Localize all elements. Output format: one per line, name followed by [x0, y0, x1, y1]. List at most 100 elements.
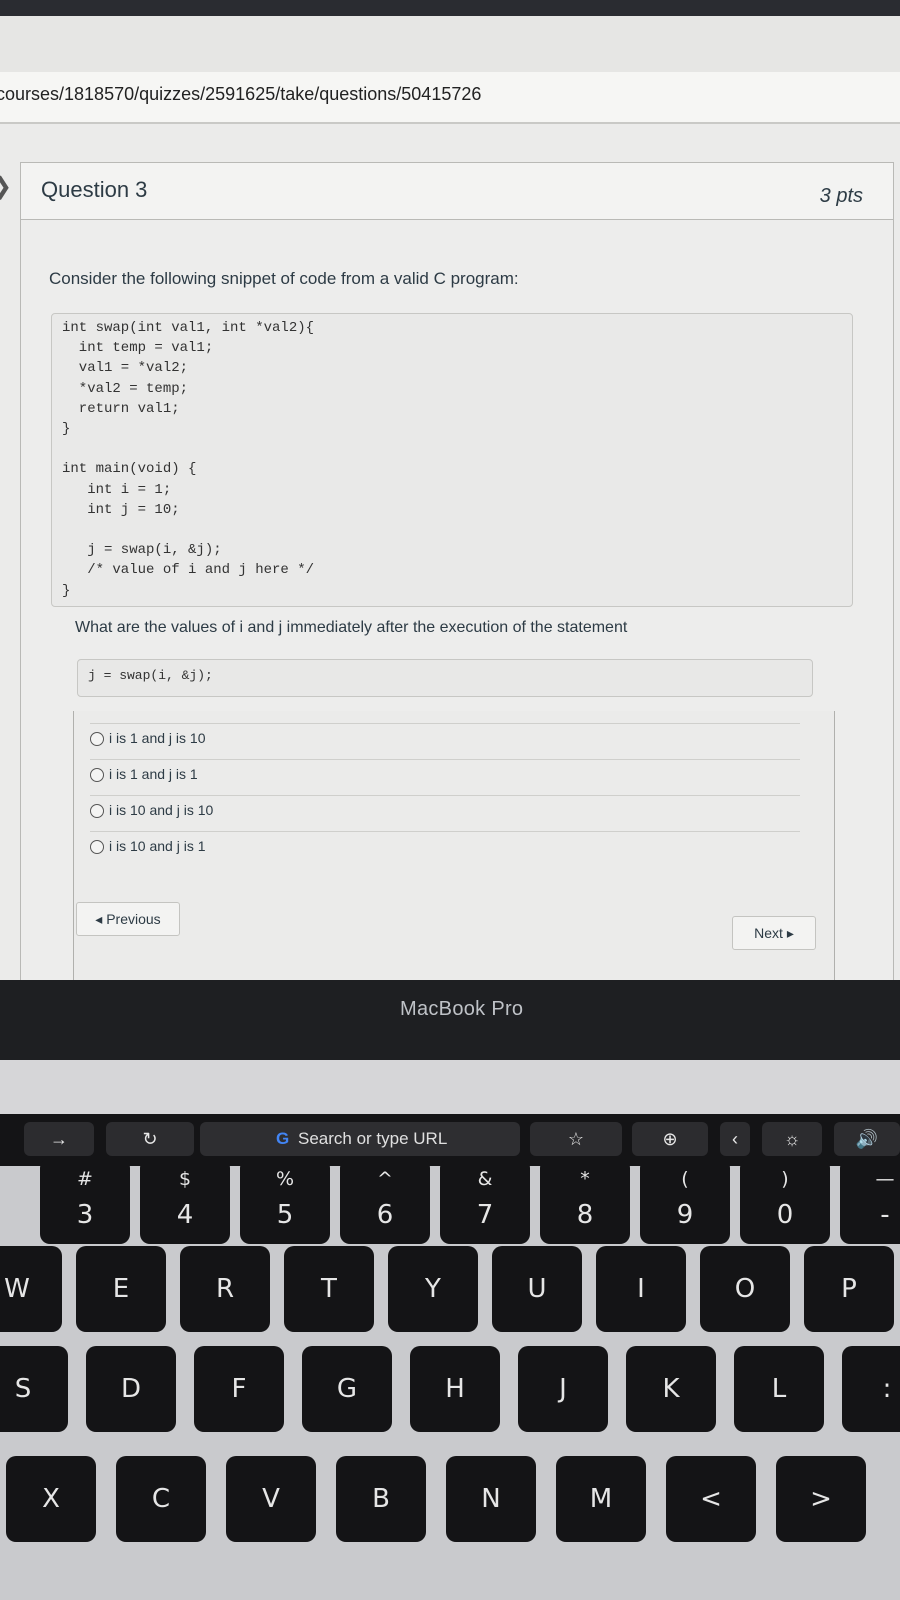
- key[interactable]: F: [194, 1346, 284, 1432]
- key[interactable]: $4: [140, 1158, 230, 1244]
- next-button[interactable]: Next ▸: [732, 916, 816, 950]
- key-symbol: ^: [377, 1168, 393, 1190]
- key-label: V: [262, 1484, 280, 1514]
- key[interactable]: P: [804, 1246, 894, 1332]
- google-logo-icon: G: [276, 1129, 290, 1148]
- question-text: What are the values of i and j immediate…: [75, 619, 628, 636]
- key-symbol: —: [875, 1168, 895, 1190]
- key[interactable]: C: [116, 1456, 206, 1542]
- key-label: I: [637, 1274, 645, 1304]
- star-icon[interactable]: ☆: [530, 1122, 622, 1156]
- key[interactable]: W: [0, 1246, 62, 1332]
- key-symbol: (: [681, 1168, 689, 1190]
- key[interactable]: G: [302, 1346, 392, 1432]
- key[interactable]: (9: [640, 1158, 730, 1244]
- key-label: -: [880, 1200, 890, 1230]
- key[interactable]: L: [734, 1346, 824, 1432]
- previous-button[interactable]: ◂ Previous: [76, 902, 180, 936]
- key[interactable]: & 7: [440, 1158, 530, 1244]
- radio-button[interactable]: [90, 768, 104, 782]
- touchbar-search-field[interactable]: G Search or type URL: [200, 1122, 520, 1156]
- key[interactable]: K: [626, 1346, 716, 1432]
- key[interactable]: T: [284, 1246, 374, 1332]
- key[interactable]: B: [336, 1456, 426, 1542]
- key[interactable]: :: [842, 1346, 900, 1432]
- key[interactable]: M: [556, 1456, 646, 1542]
- key[interactable]: V: [226, 1456, 316, 1542]
- key-label: W: [4, 1274, 30, 1304]
- answer-list: i is 1 and j is 10 i is 1 and j is 1 i i…: [73, 711, 835, 980]
- laptop-hinge: [0, 1060, 900, 1114]
- key[interactable]: U: [492, 1246, 582, 1332]
- key-label: C: [151, 1484, 171, 1514]
- key[interactable]: D: [86, 1346, 176, 1432]
- key[interactable]: <: [666, 1456, 756, 1542]
- key-label: 5: [276, 1200, 294, 1230]
- key-label: E: [112, 1274, 130, 1304]
- statement-code-block: j = swap(i, &j);: [77, 659, 813, 697]
- key[interactable]: S: [0, 1346, 68, 1432]
- key-label: Y: [425, 1274, 441, 1304]
- key[interactable]: I: [596, 1246, 686, 1332]
- key[interactable]: N: [446, 1456, 536, 1542]
- key-label: :: [882, 1374, 892, 1404]
- address-bar[interactable]: courses/1818570/quizzes/2591625/take/que…: [0, 72, 900, 124]
- key[interactable]: H: [410, 1346, 500, 1432]
- key-label: 3: [76, 1200, 94, 1230]
- key[interactable]: X: [6, 1456, 96, 1542]
- answer-option[interactable]: i is 10 and j is 1: [90, 831, 800, 866]
- key[interactable]: Y: [388, 1246, 478, 1332]
- brand-label: MacBook Pro: [400, 998, 524, 1020]
- answer-label: i is 10 and j is 1: [109, 838, 206, 854]
- key-label: 9: [676, 1200, 694, 1230]
- key[interactable]: E: [76, 1246, 166, 1332]
- radio-button[interactable]: [90, 732, 104, 746]
- statement-code: j = swap(i, &j);: [88, 668, 213, 683]
- key-symbol: $: [178, 1168, 192, 1190]
- key[interactable]: ) 0: [740, 1158, 830, 1244]
- reload-icon[interactable]: ↻: [106, 1122, 194, 1156]
- touchbar-search-label: Search or type URL: [298, 1129, 448, 1148]
- key-label: O: [734, 1274, 756, 1304]
- question-title: Question 3: [41, 177, 148, 202]
- key[interactable]: * 8: [540, 1158, 630, 1244]
- key[interactable]: % 5: [240, 1158, 330, 1244]
- expand-left-icon[interactable]: ‹: [720, 1122, 750, 1156]
- key[interactable]: ^ 6: [340, 1158, 430, 1244]
- chevron-left-icon[interactable]: ❯: [0, 172, 12, 201]
- key-label: F: [231, 1374, 247, 1404]
- forward-icon[interactable]: →: [24, 1122, 94, 1156]
- answer-label: i is 10 and j is 10: [109, 802, 214, 818]
- key[interactable]: R: [180, 1246, 270, 1332]
- answer-option[interactable]: i is 1 and j is 10: [90, 723, 800, 758]
- question-card: Question 3 3 pts Consider the following …: [20, 162, 894, 980]
- new-tab-icon[interactable]: ⊕: [632, 1122, 708, 1156]
- key[interactable]: #3: [40, 1158, 130, 1244]
- answer-option[interactable]: i is 10 and j is 10: [90, 795, 800, 830]
- key-label: 4: [176, 1200, 194, 1230]
- radio-button[interactable]: [90, 840, 104, 854]
- key[interactable]: O: [700, 1246, 790, 1332]
- key-label: J: [559, 1374, 567, 1404]
- key-label: M: [589, 1484, 613, 1514]
- address-bar-url[interactable]: courses/1818570/quizzes/2591625/take/que…: [0, 84, 481, 105]
- key-label: 8: [576, 1200, 594, 1230]
- key-label: 0: [776, 1200, 794, 1230]
- key[interactable]: J: [518, 1346, 608, 1432]
- radio-button[interactable]: [90, 804, 104, 818]
- brightness-icon[interactable]: ☼: [762, 1122, 822, 1156]
- key[interactable]: — -: [840, 1158, 900, 1244]
- key-label: H: [445, 1374, 465, 1404]
- key-label: <: [700, 1484, 722, 1514]
- answer-option[interactable]: i is 1 and j is 1: [90, 759, 800, 794]
- key[interactable]: >: [776, 1456, 866, 1542]
- key-symbol: ): [781, 1168, 789, 1190]
- keyboard: #3 $4% 5 ^ 6 & 7 * 8(9) 0— - W E R T Y U I O P S D F G H J K L: X C V B…: [0, 1158, 900, 1600]
- code-block: int swap(int val1, int *val2){ int temp …: [51, 313, 853, 607]
- key-label: T: [321, 1274, 337, 1304]
- key-label: G: [336, 1374, 358, 1404]
- key-label: P: [841, 1274, 857, 1304]
- question-points: 3 pts: [819, 185, 863, 207]
- code-listing: int swap(int val1, int *val2){ int temp …: [62, 320, 315, 599]
- volume-icon[interactable]: 🔊: [834, 1122, 900, 1156]
